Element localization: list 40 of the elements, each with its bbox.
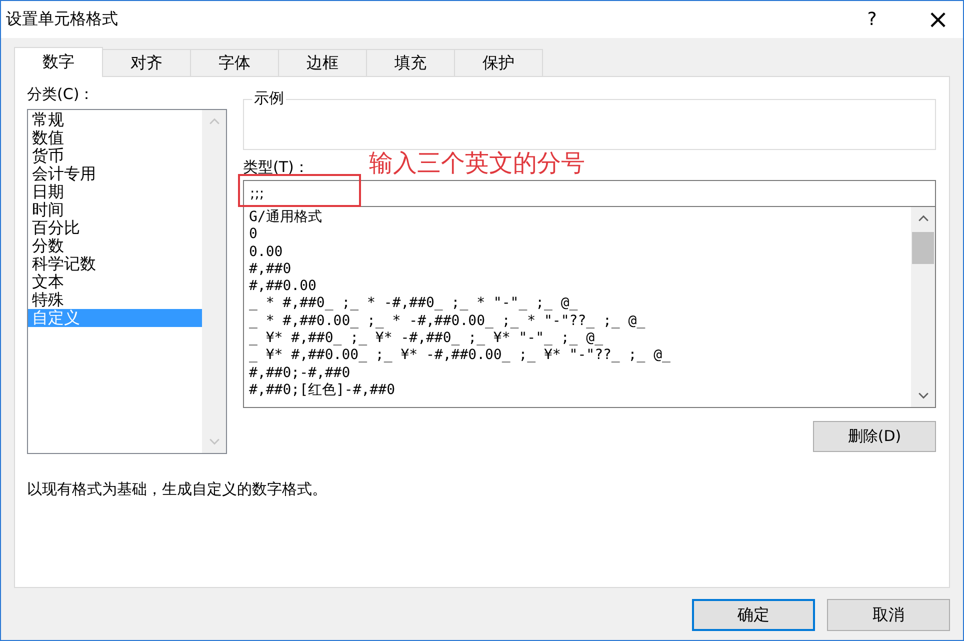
- format-item[interactable]: _ ¥* #,##0_ ;_ ¥* -#,##0_ ;_ ¥* "-"_ ;_ @_: [249, 330, 911, 348]
- scroll-up-icon[interactable]: [918, 215, 928, 222]
- format-item[interactable]: #,##0.00: [249, 278, 911, 296]
- annotation-text: 输入三个英文的分号: [369, 149, 585, 178]
- category-item[interactable]: 时间: [28, 201, 202, 219]
- format-item[interactable]: #,##0;-#,##0: [249, 364, 911, 382]
- format-item[interactable]: _ ¥* #,##0.00_ ;_ ¥* -#,##0.00_ ;_ ¥* "-"??_ ;_ @_: [249, 347, 911, 365]
- scroll-down-icon[interactable]: [918, 392, 928, 399]
- format-item[interactable]: _ * #,##0_ ;_ * -#,##0_ ;_ * "-"_ ;_ @_: [249, 295, 911, 313]
- format-item[interactable]: #,##0: [249, 260, 911, 278]
- tab[interactable]: 保护: [454, 49, 543, 76]
- window-title: 设置单元格格式: [6, 9, 119, 30]
- category-item[interactable]: 文本: [28, 273, 202, 291]
- help-button[interactable]: ?: [849, 2, 895, 38]
- tab[interactable]: 数字: [14, 47, 103, 77]
- category-item[interactable]: 常规: [28, 111, 202, 129]
- category-item[interactable]: 特殊: [28, 291, 202, 309]
- category-item[interactable]: 日期: [28, 183, 202, 201]
- scrollbar[interactable]: [911, 207, 935, 407]
- category-item[interactable]: 分数: [28, 237, 202, 255]
- format-item[interactable]: _ * #,##0.00_ ;_ * -#,##0.00_ ;_ * "-"??_ ;_ @_: [249, 312, 911, 330]
- category-item[interactable]: 货币: [28, 147, 202, 165]
- format-item[interactable]: #,##0;[红色]-#,##0: [249, 382, 911, 400]
- delete-button[interactable]: 删除(D): [813, 421, 936, 452]
- ok-button[interactable]: 确定: [692, 599, 815, 631]
- category-item[interactable]: 数值: [28, 129, 202, 147]
- description-text: 以现有格式为基础，生成自定义的数字格式。: [27, 480, 328, 499]
- cancel-button[interactable]: 取消: [827, 599, 950, 631]
- format-item[interactable]: G/通用格式: [249, 209, 911, 226]
- category-item[interactable]: 会计专用: [28, 165, 202, 183]
- type-input-field[interactable]: ;;;: [243, 180, 936, 207]
- close-button[interactable]: ×: [915, 2, 961, 38]
- scroll-thumb[interactable]: [912, 232, 934, 264]
- category-item[interactable]: 科学记数: [28, 255, 202, 273]
- format-item[interactable]: 0.00: [249, 244, 911, 261]
- category-label: 分类(C)：: [27, 85, 96, 105]
- sample-label: 示例: [252, 89, 286, 107]
- format-item[interactable]: 0: [249, 226, 911, 244]
- category-item[interactable]: 百分比: [28, 219, 202, 237]
- type-label: 类型(T)：: [243, 158, 309, 178]
